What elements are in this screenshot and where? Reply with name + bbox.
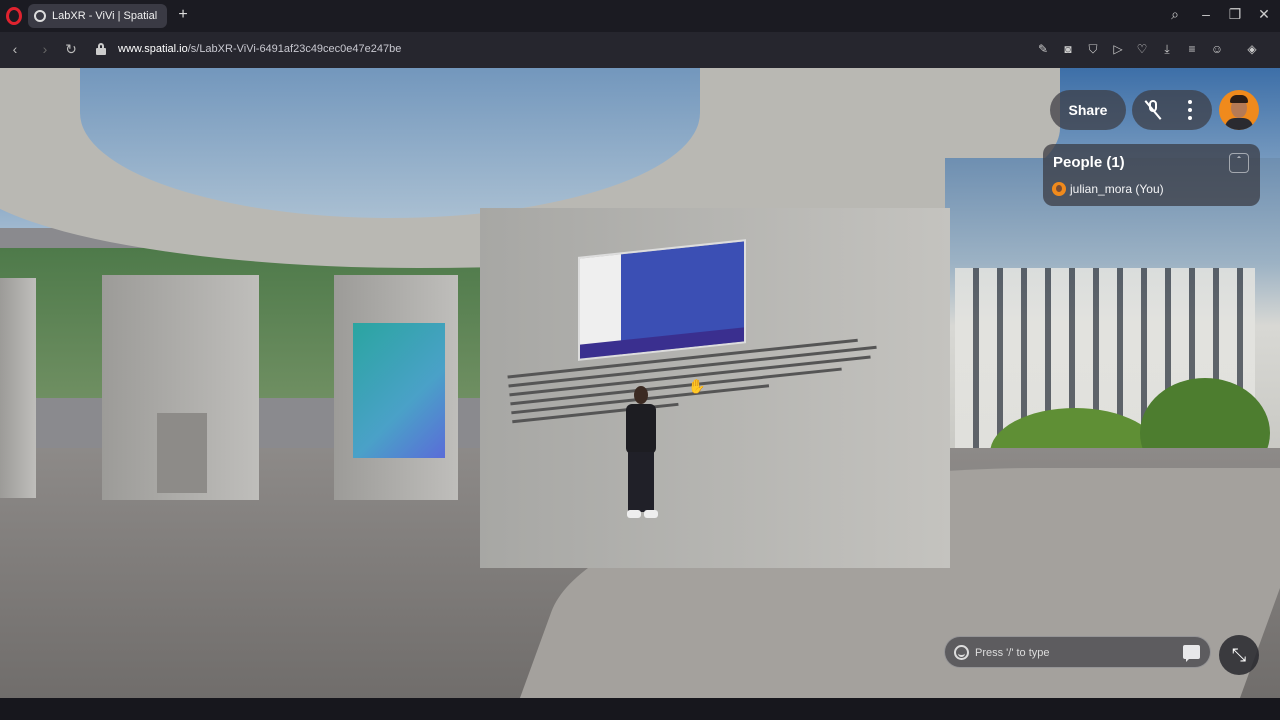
exhibit-panel[interactable]: [353, 323, 445, 458]
close-window-button[interactable]: ✕: [1254, 6, 1274, 23]
tab-title: LabXR - ViVi | Spatial: [52, 10, 158, 22]
mic-off-icon[interactable]: [1144, 100, 1162, 120]
collapse-people-button[interactable]: ˆ: [1229, 153, 1249, 173]
search-icon[interactable]: ⌕: [1165, 6, 1185, 23]
opera-logo-icon[interactable]: [6, 7, 22, 25]
download-icon[interactable]: ⤓: [1160, 42, 1174, 56]
back-button[interactable]: ‹: [6, 41, 24, 57]
emoji-icon[interactable]: [954, 645, 969, 660]
mic-menu-group: [1132, 90, 1212, 130]
bottom-strip: [0, 698, 1280, 720]
spatial-favicon-icon: [34, 10, 46, 22]
user-avatar[interactable]: [1219, 90, 1259, 130]
menu-icon[interactable]: ≡: [1185, 42, 1199, 56]
address-bar: ‹ › ↻ www.spatial.io/s/LabXR-ViVi-6491af…: [0, 32, 1280, 75]
people-title: People (1): [1053, 154, 1125, 171]
forward-button[interactable]: ›: [36, 41, 54, 57]
heart-icon[interactable]: ♡: [1135, 42, 1149, 56]
lock-icon[interactable]: [96, 43, 106, 55]
new-tab-button[interactable]: +: [176, 7, 190, 23]
play-icon[interactable]: ▷: [1111, 42, 1125, 56]
people-panel: People (1) ˆ julian_mora (You): [1043, 144, 1260, 206]
person-avatar-icon: [1052, 182, 1066, 196]
hand-cursor-icon: ✋: [688, 378, 706, 394]
player-avatar: [614, 386, 670, 526]
more-options-icon[interactable]: [1188, 100, 1192, 120]
camera-icon[interactable]: ◙: [1061, 42, 1075, 56]
info-kiosk[interactable]: [157, 413, 207, 493]
person-name: julian_mora (You): [1070, 182, 1164, 196]
url-path: /s/LabXR-ViVi-6491af23c49cec0e47e247be: [187, 43, 402, 55]
tab-spatial[interactable]: LabXR - ViVi | Spatial: [28, 4, 167, 28]
url-host: www.spatial.io: [118, 43, 188, 55]
exit-fullscreen-button[interactable]: ⤡: [1219, 635, 1259, 675]
edit-icon[interactable]: ✎: [1036, 42, 1050, 56]
browser-tab-bar: LabXR - ViVi | Spatial + ⌕ – ❐ ✕: [0, 0, 1280, 32]
reload-button[interactable]: ↻: [62, 41, 80, 58]
share-button[interactable]: Share: [1050, 90, 1126, 130]
chat-box: [944, 636, 1211, 668]
url-field[interactable]: www.spatial.io/s/LabXR-ViVi-6491af23c49c…: [118, 43, 401, 55]
extensions-cube-icon[interactable]: ◈: [1245, 42, 1259, 56]
restore-button[interactable]: ❐: [1225, 6, 1245, 23]
people-list-item[interactable]: julian_mora (You): [1052, 182, 1164, 196]
profile-icon[interactable]: ☺: [1210, 42, 1224, 56]
chat-input[interactable]: [975, 644, 1165, 662]
spatial-3d-viewport[interactable]: ✋ Share People (1) ˆ julian_mora (You) ⤡: [0, 68, 1280, 698]
minimize-button[interactable]: –: [1196, 6, 1216, 22]
chat-bubble-icon[interactable]: [1183, 645, 1200, 662]
presentation-screen[interactable]: [578, 239, 746, 361]
shield-icon[interactable]: ⛉: [1086, 42, 1100, 56]
pillar: [0, 278, 36, 498]
